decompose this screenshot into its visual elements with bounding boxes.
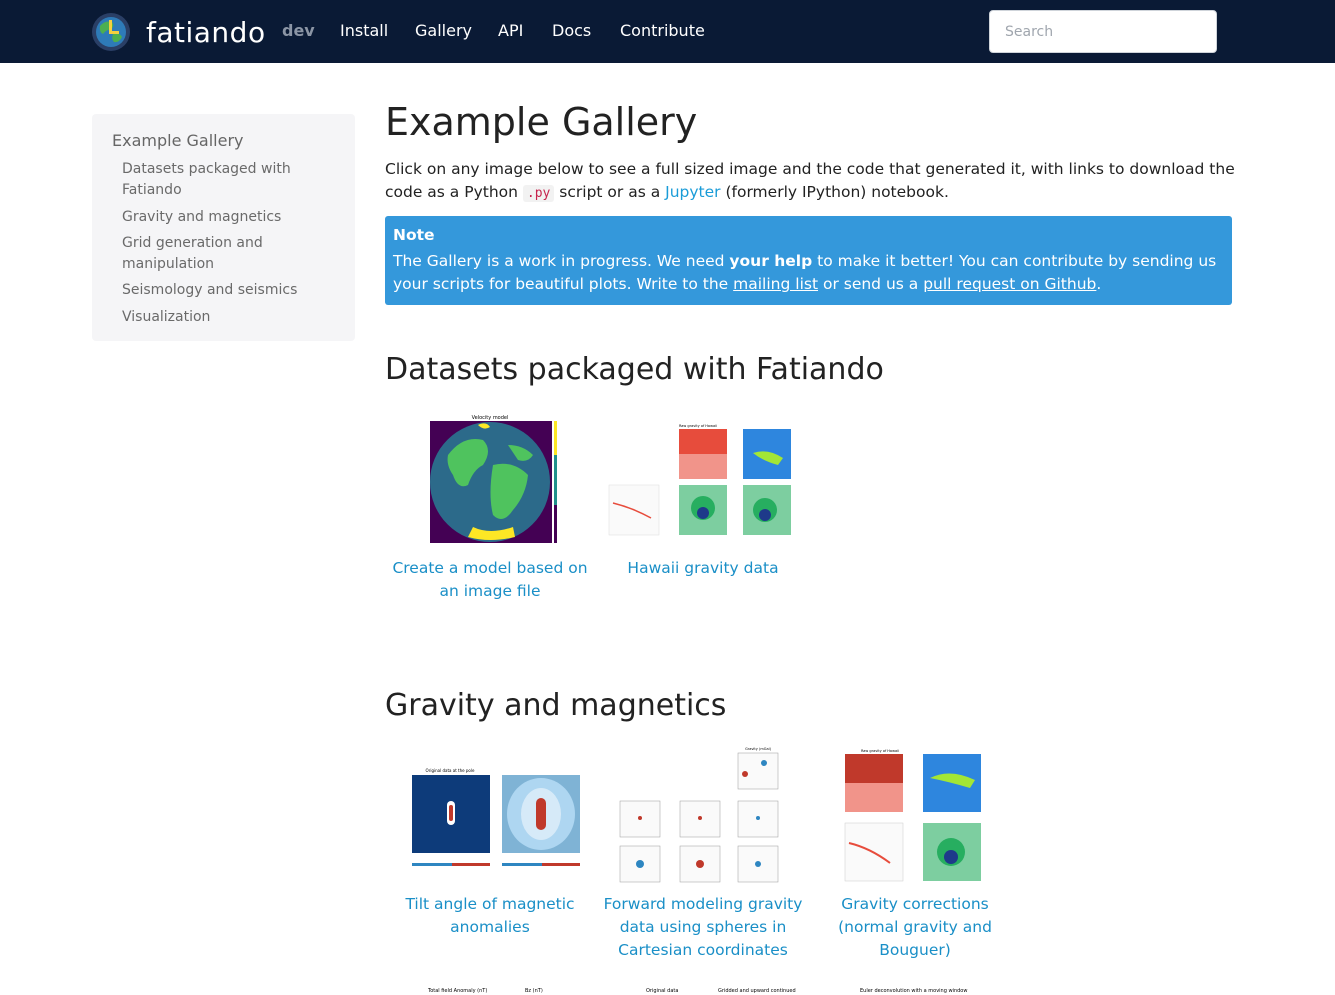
brand-home-link[interactable]: fatiando: [91, 11, 266, 53]
thumb-title-tilt: Original data at the pole: [426, 768, 475, 773]
example-link-forward[interactable]: Forward modeling gravity data using sphe…: [603, 893, 803, 962]
note-box: Note The Gallery is a work in progress. …: [385, 216, 1232, 305]
py-code: .py: [522, 185, 555, 202]
sidebar-item-seismology[interactable]: Seismology and seismics: [122, 280, 322, 301]
note-text-3: or send us a: [818, 275, 924, 293]
section-title-gravity: Gravity and magnetics: [385, 688, 727, 723]
thumb-title-forward: Gravity (mGal): [745, 747, 772, 751]
note-bold: your help: [729, 252, 813, 270]
thumb-image-corrections[interactable]: Raw gravity of Hawaii: [835, 748, 993, 884]
next-thumb-title-1: Total field Anomaly (nT): [428, 988, 488, 994]
thumb-image-forward[interactable]: Gravity (mGal): [618, 746, 793, 884]
sidebar-item-grid[interactable]: Grid generation and manipulation: [122, 233, 322, 275]
nav-gallery[interactable]: Gallery: [415, 21, 472, 40]
thumb-title-hawaii: Raw gravity of Hawaii: [679, 424, 717, 428]
intro-text-3: (formerly IPython) notebook.: [720, 183, 949, 201]
sidebar-item-datasets[interactable]: Datasets packaged with Fatiando: [122, 159, 322, 201]
thumb-image-hawaii[interactable]: Raw gravity of Hawaii: [603, 423, 803, 538]
nav-api[interactable]: API: [498, 21, 523, 40]
note-text-4: .: [1096, 275, 1102, 293]
hawaii-gravity-thumbnail-icon: Raw gravity of Hawaii: [608, 424, 791, 536]
velocity-model-thumbnail-icon: Velocity model: [430, 415, 557, 543]
next-thumb-title-2: Bz (nT): [525, 988, 543, 994]
mailing-list-link[interactable]: mailing list: [733, 275, 818, 293]
top-navbar: fatiando dev Install Gallery API Docs Co…: [0, 0, 1335, 63]
intro-paragraph: Click on any image below to see a full s…: [385, 158, 1235, 205]
tilt-angle-thumbnail-icon: Original data at the pole: [412, 768, 580, 866]
sidebar-item-visualization[interactable]: Visualization: [122, 307, 322, 328]
thumb-title-corrections: Raw gravity of Hawaii: [861, 749, 899, 753]
thumb-title-model: Velocity model: [472, 415, 509, 421]
next-thumb-title-3: Original data: [646, 988, 679, 994]
thumb-image-model[interactable]: Velocity model: [418, 415, 568, 550]
version-label[interactable]: dev: [282, 21, 315, 40]
next-thumb-title-4: Gridded and upward continued: [718, 988, 796, 994]
page-title: Example Gallery: [385, 100, 698, 144]
sidebar-toc: Example Gallery Datasets packaged with F…: [92, 114, 355, 341]
example-link-model[interactable]: Create a model based on an image file: [390, 557, 590, 603]
nav-contribute[interactable]: Contribute: [620, 21, 705, 40]
section-title-datasets: Datasets packaged with Fatiando: [385, 352, 884, 387]
example-link-tilt[interactable]: Tilt angle of magnetic anomalies: [390, 893, 590, 939]
note-text-1: The Gallery is a work in progress. We ne…: [393, 252, 730, 270]
example-link-corrections[interactable]: Gravity corrections (normal gravity and …: [815, 893, 1015, 962]
nav-install[interactable]: Install: [340, 21, 388, 40]
gravity-corrections-thumbnail-icon: Raw gravity of Hawaii: [844, 749, 981, 882]
next-thumb-title-5: Euler deconvolution with a moving window: [860, 988, 968, 994]
note-title: Note: [393, 226, 435, 244]
thumb-image-tilt[interactable]: Original data at the pole: [400, 768, 585, 883]
note-body: The Gallery is a work in progress. We ne…: [393, 250, 1224, 296]
intro-text-2: script or as a: [554, 183, 666, 201]
github-pr-link[interactable]: pull request on Github: [923, 275, 1096, 293]
fatiando-logo-icon: [92, 13, 130, 51]
example-link-hawaii[interactable]: Hawaii gravity data: [603, 557, 803, 580]
search-input[interactable]: [989, 10, 1217, 53]
brand-name: fatiando: [146, 15, 266, 49]
sidebar-item-gravity[interactable]: Gravity and magnetics: [122, 207, 322, 228]
nav-docs[interactable]: Docs: [552, 21, 591, 40]
forward-modeling-thumbnail-icon: Gravity (mGal): [619, 747, 779, 883]
sidebar-title-link[interactable]: Example Gallery: [112, 131, 243, 150]
jupyter-link[interactable]: Jupyter: [665, 183, 720, 201]
